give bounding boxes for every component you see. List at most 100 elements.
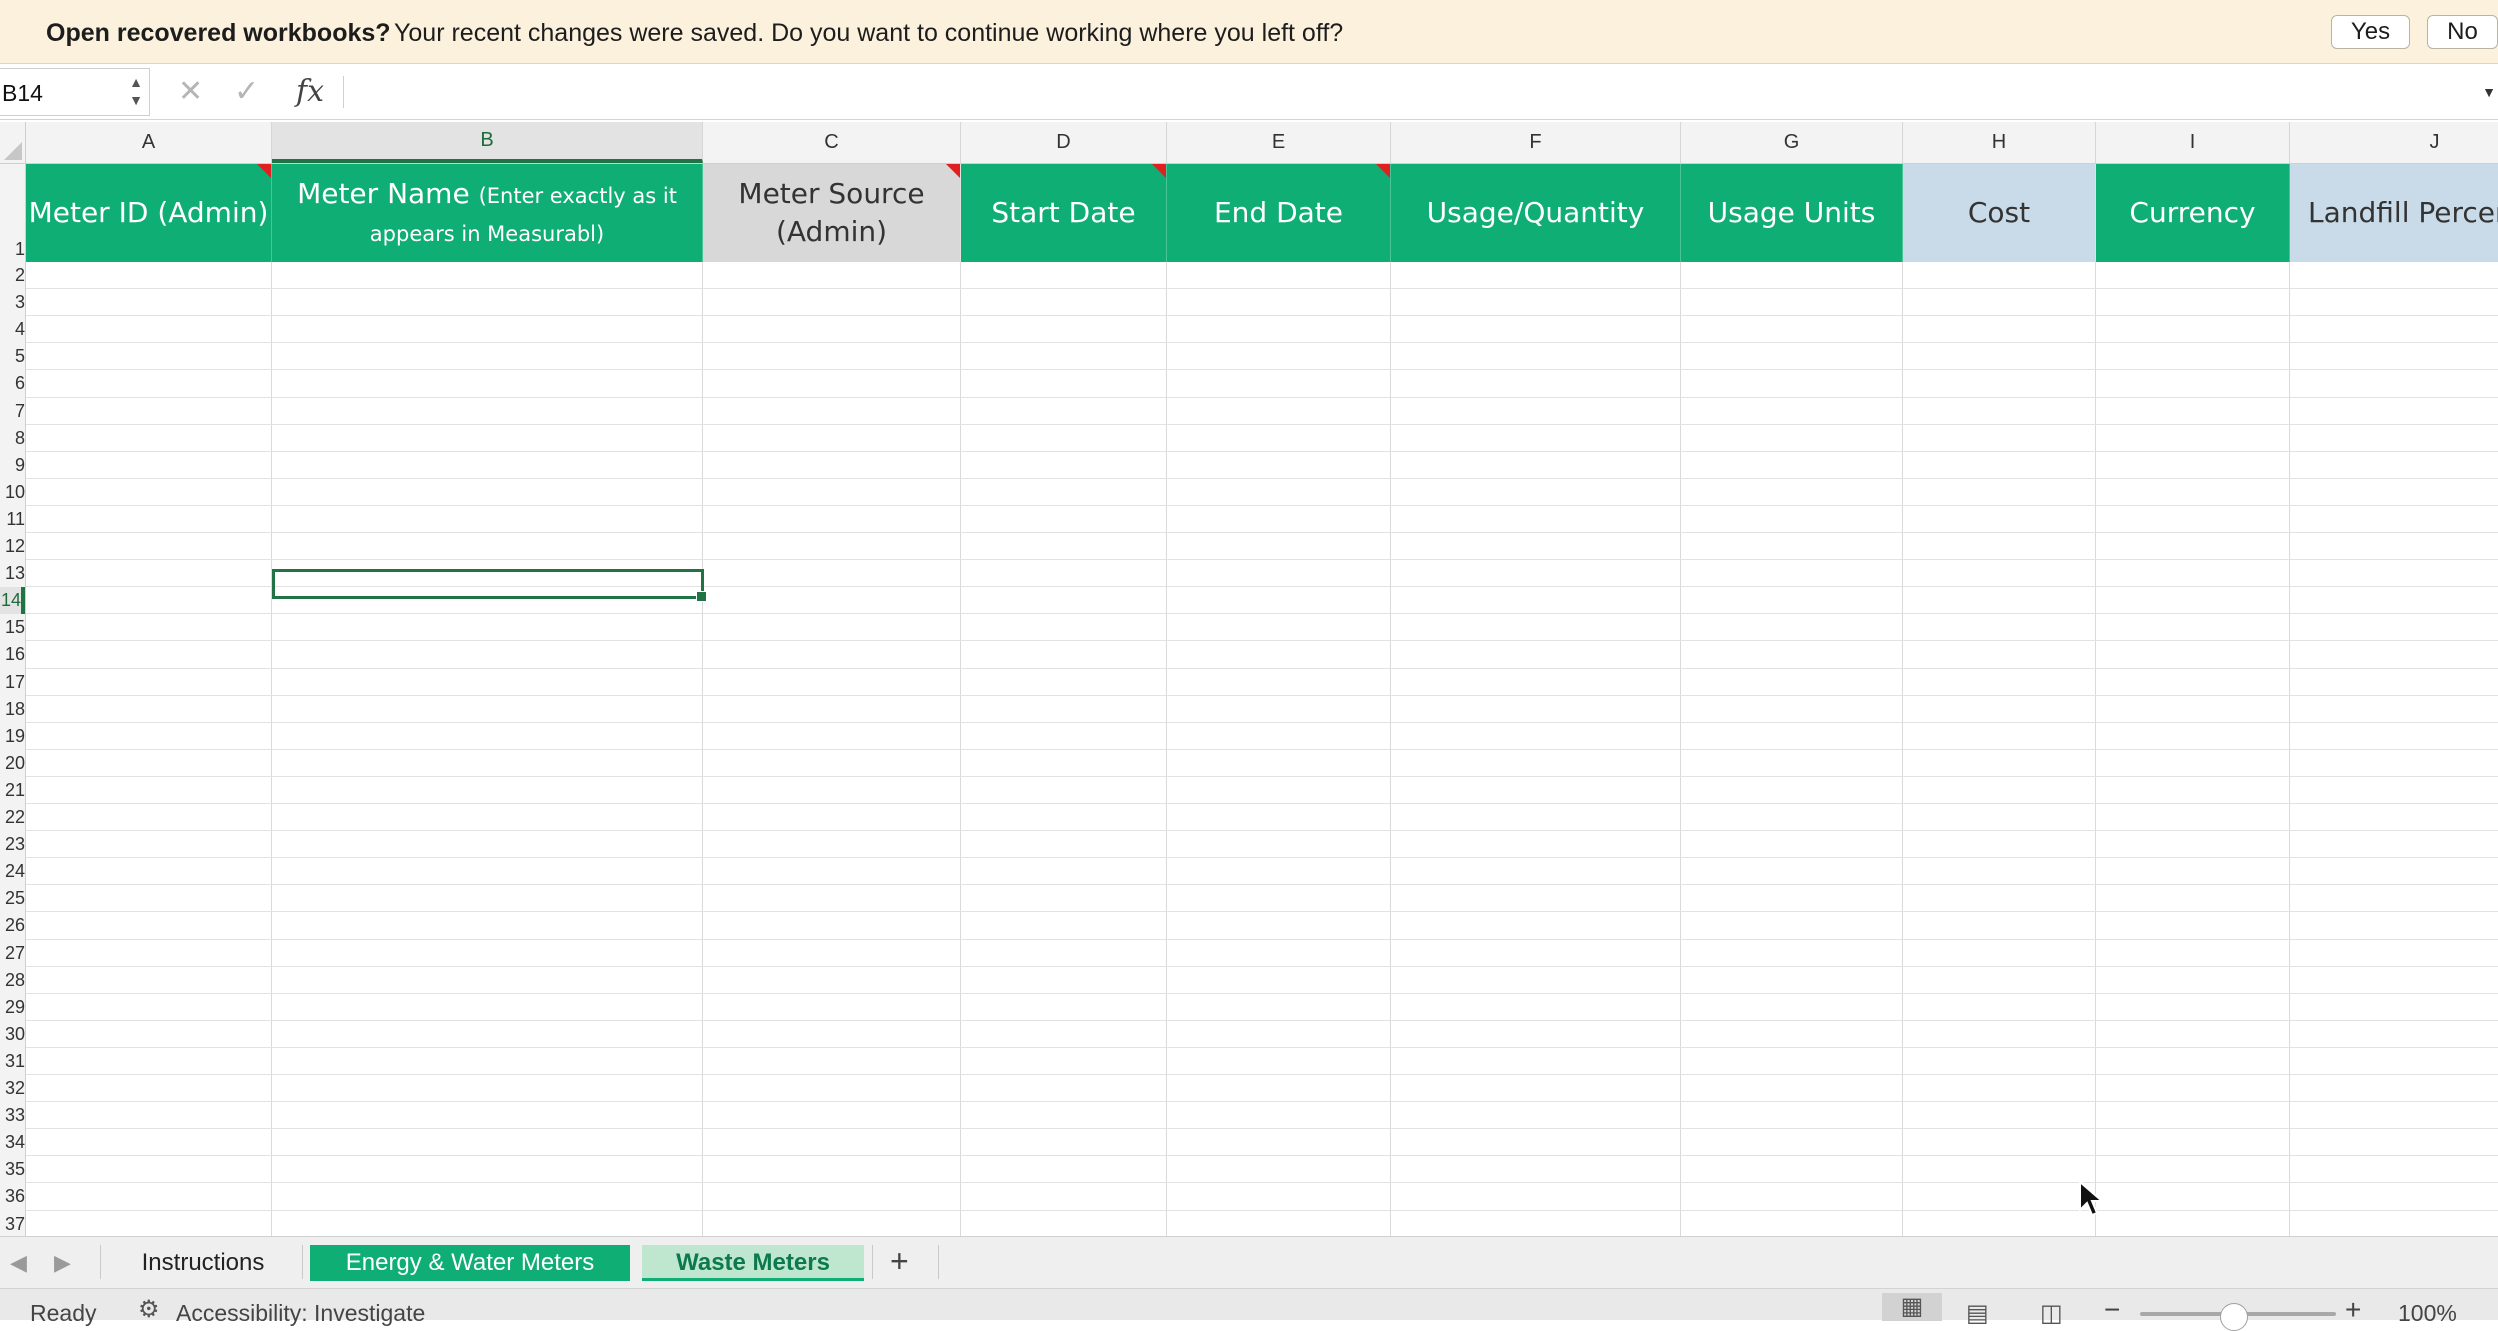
select-all-button[interactable] [0,122,26,163]
grid-hline [26,694,2498,696]
row-header-23[interactable]: 23 [0,831,25,858]
row-header-14[interactable]: 14 [0,587,25,615]
enter-formula-icon[interactable]: ✓ [234,74,259,109]
comment-indicator-icon[interactable] [257,164,271,178]
zoom-out-button[interactable]: − [2104,1294,2120,1326]
row-header-25[interactable]: 25 [0,885,25,912]
grid-lines [26,262,2498,1236]
header-cell-currency[interactable]: Currency [2096,164,2290,262]
header-cell-cost[interactable]: Cost [1903,164,2096,262]
page-break-view-icon[interactable]: ◫ [2040,1299,2063,1328]
row-header-29[interactable]: 29 [0,994,25,1021]
sheet-tab-waste-meters[interactable]: Waste Meters [642,1245,864,1281]
row-header-10[interactable]: 10 [0,479,25,506]
selected-cell-b14[interactable] [272,569,707,602]
row-header-11[interactable]: 11 [0,506,25,533]
row-header-18[interactable]: 18 [0,696,25,723]
header-cell-meter-id[interactable]: Meter ID (Admin) [26,164,272,262]
grid-hline [26,342,2498,344]
zoom-percentage[interactable]: 100% [2398,1300,2457,1327]
row-header-33[interactable]: 33 [0,1102,25,1129]
row-header-4[interactable]: 4 [0,316,25,343]
insert-function-icon[interactable]: fx [296,74,324,109]
previous-sheet-icon[interactable]: ◀ [10,1250,27,1276]
zoom-in-button[interactable]: + [2345,1294,2361,1326]
row-header-17[interactable]: 17 [0,669,25,696]
header-cell-usage-units[interactable]: Usage Units [1681,164,1903,262]
row-header-35[interactable]: 35 [0,1156,25,1183]
page-layout-view-icon[interactable]: ▤ [1966,1299,1989,1328]
row-header-19[interactable]: 19 [0,723,25,750]
row-header-16[interactable]: 16 [0,641,25,668]
column-header-c[interactable]: C [703,122,961,163]
formula-bar: B14 ▲ ▼ ✕ ✓ fx ▼ [0,64,2498,120]
row-header-34[interactable]: 34 [0,1129,25,1156]
row-header-6[interactable]: 6 [0,370,25,397]
grid-hline [26,884,2498,886]
row-header-32[interactable]: 32 [0,1075,25,1102]
row-header-37[interactable]: 37 [0,1211,25,1237]
normal-view-icon[interactable]: ▦ [1882,1293,1942,1321]
row-header-7[interactable]: 7 [0,398,25,425]
mouse-pointer-icon [2079,1180,2105,1217]
row-header-30[interactable]: 30 [0,1021,25,1048]
column-header-a[interactable]: A [26,122,272,163]
sheet-tab-energy-water-meters[interactable]: Energy & Water Meters [310,1245,630,1281]
next-sheet-icon[interactable]: ▶ [54,1250,71,1276]
column-header-b[interactable]: B [272,122,703,163]
row-header-1[interactable]: 1 [0,164,25,262]
column-header-i[interactable]: I [2096,122,2290,163]
column-header-e[interactable]: E [1167,122,1391,163]
name-box-stepper-icon[interactable]: ▲ ▼ [129,73,143,109]
grid-hline [26,1209,2498,1211]
add-sheet-button[interactable]: + [890,1243,909,1280]
header-cell-meter-source[interactable]: Meter Source (Admin) [703,164,961,262]
row-header-31[interactable]: 31 [0,1048,25,1075]
comment-indicator-icon[interactable] [1376,164,1390,178]
row-header-8[interactable]: 8 [0,425,25,452]
recovery-no-button[interactable]: No [2427,15,2498,49]
row-header-24[interactable]: 24 [0,858,25,885]
header-cell-usage-quantity[interactable]: Usage/Quantity [1391,164,1681,262]
header-cell-start-date[interactable]: Start Date [961,164,1167,262]
cancel-formula-icon[interactable]: ✕ [178,74,203,109]
row-header-9[interactable]: 9 [0,452,25,479]
recovery-message: Your recent changes were saved. Do you w… [394,19,1344,47]
recovery-yes-button[interactable]: Yes [2331,15,2410,49]
row-header-22[interactable]: 22 [0,804,25,831]
zoom-slider-thumb[interactable] [2220,1303,2248,1331]
header-cell-meter-name[interactable]: Meter Name (Enter exactly as it appears … [272,164,703,262]
grid-hline [26,504,2498,506]
column-header-g[interactable]: G [1681,122,1903,163]
row-header-3[interactable]: 3 [0,289,25,316]
row-header-20[interactable]: 20 [0,750,25,777]
status-bar: Ready ⚙ Accessibility: Investigate ▦ ▤ ◫… [0,1288,2498,1331]
column-header-d[interactable]: D [961,122,1167,163]
worksheet-grid[interactable]: Meter ID (Admin) Meter Name (Enter exact… [26,164,2498,1236]
header-cell-landfill-percent[interactable]: Landfill Percen [2290,164,2498,262]
column-header-h[interactable]: H [1903,122,2096,163]
column-header-j[interactable]: J [2290,122,2498,163]
accessibility-status[interactable]: Accessibility: Investigate [176,1300,425,1327]
row-header-36[interactable]: 36 [0,1183,25,1210]
comment-indicator-icon[interactable] [1152,164,1166,178]
name-box-value[interactable]: B14 [2,80,43,107]
sheet-tab-instructions[interactable]: Instructions [108,1245,298,1281]
row-header-15[interactable]: 15 [0,614,25,641]
column-header-f[interactable]: F [1391,122,1681,163]
row-header-27[interactable]: 27 [0,940,25,967]
row-header-2[interactable]: 2 [0,262,25,289]
row-header-28[interactable]: 28 [0,967,25,994]
expand-formula-bar-icon[interactable]: ▼ [2482,84,2496,100]
fill-handle[interactable] [696,591,707,602]
header-cell-end-date[interactable]: End Date [1167,164,1391,262]
row-header-21[interactable]: 21 [0,777,25,804]
row-header-5[interactable]: 5 [0,343,25,370]
row-header-13[interactable]: 13 [0,560,25,587]
comment-indicator-icon[interactable] [946,164,960,178]
grid-hline [26,1019,2498,1021]
header-text-meter-source: Meter Source (Admin) [738,177,925,248]
name-box[interactable]: B14 ▲ ▼ [0,68,150,116]
row-header-26[interactable]: 26 [0,912,25,939]
row-header-12[interactable]: 12 [0,533,25,560]
